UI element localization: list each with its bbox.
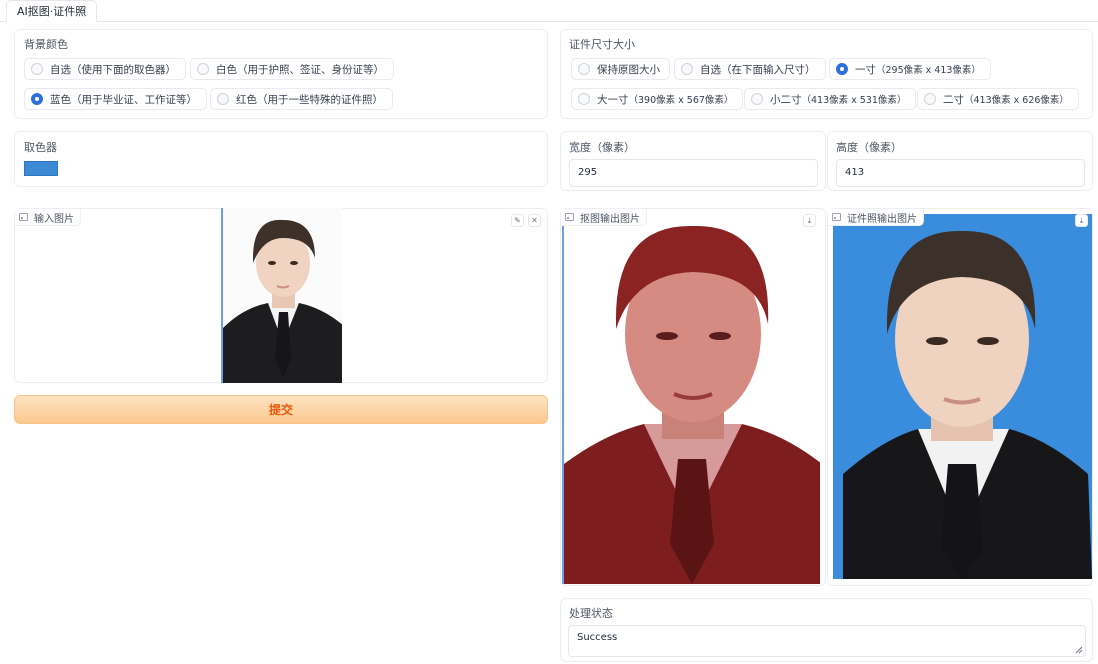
radio-dot	[31, 63, 43, 75]
image-icon	[565, 213, 574, 221]
cutout-output-label: 抠图输出图片	[580, 213, 640, 225]
width-label: 宽度（像素）	[569, 141, 635, 154]
status-label: 处理状态	[569, 607, 613, 620]
height-input[interactable]: 413	[836, 159, 1085, 187]
image-icon	[19, 213, 28, 221]
idphoto-output-label: 证件照输出图片	[847, 213, 917, 225]
radio-dot	[31, 93, 43, 105]
download-icon[interactable]: ⤓	[803, 214, 816, 227]
input-image-label: 输入图片	[34, 213, 74, 225]
tab-bar: AI抠图·证件照	[0, 0, 1098, 22]
size-option-custom[interactable]: 自选（在下面输入尺寸）	[674, 58, 826, 80]
image-icon	[832, 213, 841, 221]
radio-dot	[751, 93, 763, 105]
radio-dot	[924, 93, 936, 105]
bg-option-custom[interactable]: 自选（使用下面的取色器）	[24, 58, 186, 80]
size-option-1inch-detail: （295像素 x 413像素）	[876, 65, 981, 76]
id-size-label: 证件尺寸大小	[569, 38, 635, 51]
pencil-icon[interactable]: ✎	[511, 214, 524, 227]
status-textarea[interactable]: Success	[568, 625, 1086, 657]
size-option-small2inch-label: 小二寸	[770, 93, 802, 106]
tab-ai-cutout[interactable]: AI抠图·证件照	[6, 0, 98, 22]
submit-button[interactable]: 提交	[14, 395, 548, 424]
size-option-large1inch-label: 大一寸	[597, 93, 629, 106]
color-picker-panel	[14, 131, 548, 187]
close-icon[interactable]: ✕	[528, 214, 541, 227]
radio-dot	[217, 93, 229, 105]
cutout-photo	[562, 214, 820, 584]
size-option-1inch-label: 一寸	[855, 63, 876, 76]
status-value: Success	[577, 632, 618, 643]
bg-option-white-label: 白色（用于护照、签证、身份证等）	[216, 63, 384, 76]
download-icon[interactable]: ⤓	[1075, 214, 1088, 227]
size-option-1inch[interactable]: 一寸 （295像素 x 413像素）	[829, 58, 991, 80]
idphoto-output-tag: 证件照输出图片	[828, 209, 924, 226]
size-option-original-label: 保持原图大小	[597, 63, 660, 76]
radio-dot	[681, 63, 693, 75]
radio-dot	[197, 63, 209, 75]
resize-grip-icon[interactable]	[1075, 646, 1083, 654]
bg-option-white[interactable]: 白色（用于护照、签证、身份证等）	[190, 58, 394, 80]
size-option-2inch-detail: （413像素 x 626像素）	[964, 95, 1069, 106]
size-option-2inch[interactable]: 二寸 （413像素 x 626像素）	[917, 88, 1079, 110]
background-color-label: 背景颜色	[24, 38, 68, 51]
radio-dot	[578, 93, 590, 105]
size-option-custom-label: 自选（在下面输入尺寸）	[700, 63, 816, 76]
bg-option-blue-label: 蓝色（用于毕业证、工作证等）	[50, 93, 197, 106]
bg-option-blue[interactable]: 蓝色（用于毕业证、工作证等）	[24, 88, 207, 110]
height-label: 高度（像素）	[836, 141, 902, 154]
input-image-tag: 输入图片	[15, 209, 81, 226]
size-option-original[interactable]: 保持原图大小	[571, 58, 670, 80]
size-option-2inch-label: 二寸	[943, 93, 964, 106]
radio-dot	[836, 63, 848, 75]
size-option-large1inch[interactable]: 大一寸 （390像素 x 567像素）	[571, 88, 744, 110]
bg-option-custom-label: 自选（使用下面的取色器）	[50, 63, 176, 76]
size-option-large1inch-detail: （390像素 x 567像素）	[628, 95, 734, 106]
radio-dot	[578, 63, 590, 75]
input-photo	[221, 208, 342, 383]
bg-option-red-label: 红色（用于一些特殊的证件照）	[236, 93, 383, 106]
size-option-small2inch-detail: （413像素 x 531像素）	[801, 95, 907, 106]
idphoto-photo	[833, 214, 1092, 579]
color-picker-swatch[interactable]	[24, 161, 58, 176]
width-input[interactable]: 295	[569, 159, 818, 187]
color-picker-label: 取色器	[24, 141, 57, 154]
bg-option-red[interactable]: 红色（用于一些特殊的证件照）	[210, 88, 393, 110]
size-option-small2inch[interactable]: 小二寸 （413像素 x 531像素）	[744, 88, 917, 110]
cutout-output-tag: 抠图输出图片	[561, 209, 647, 226]
